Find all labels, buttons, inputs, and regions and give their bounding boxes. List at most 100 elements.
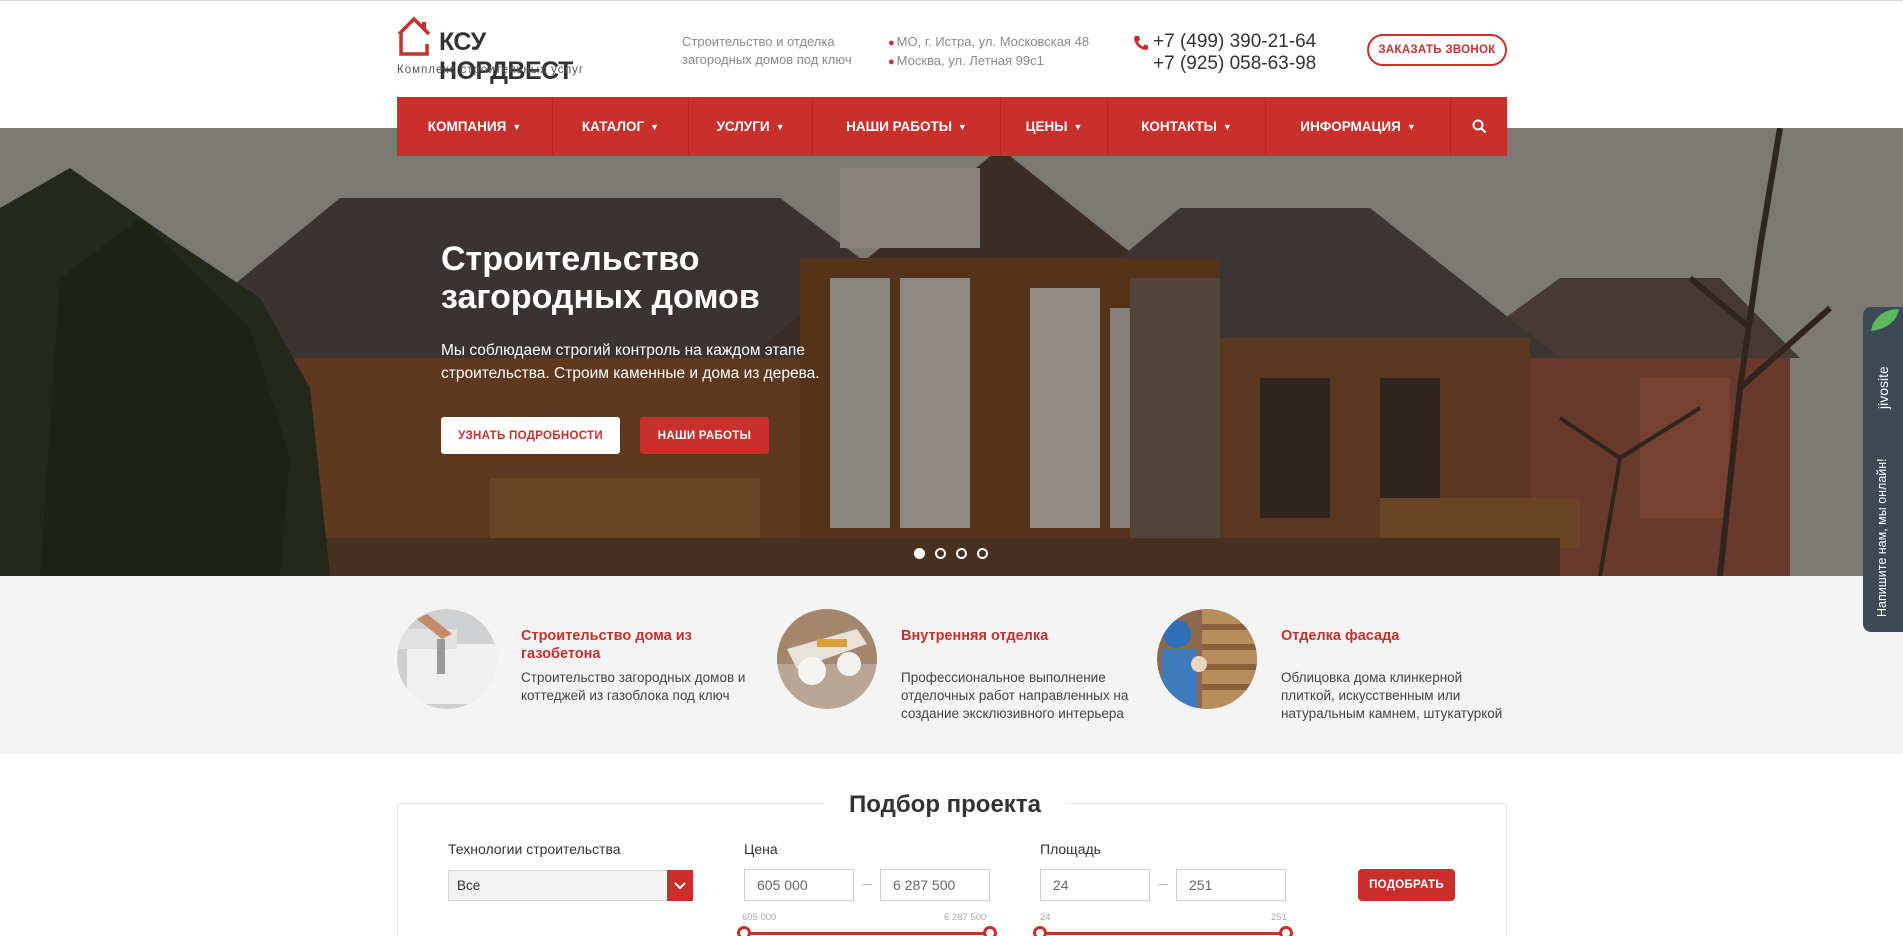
tagline-line-2: загородных домов под ключ bbox=[682, 52, 852, 67]
nav-item-contacts[interactable]: КОНТАКТЫ ▼ bbox=[1108, 97, 1266, 156]
feature-title: Строительство дома из газобетона bbox=[521, 628, 692, 662]
phone-2[interactable]: +7 (925) 058-63-98 bbox=[1153, 53, 1316, 75]
phone-1[interactable]: +7 (499) 390-21-64 bbox=[1153, 31, 1316, 53]
nav-search-button[interactable] bbox=[1451, 97, 1507, 156]
hero-title-line-2: загородных домов bbox=[441, 278, 760, 316]
tagline-line-1: Строительство и отделка bbox=[682, 34, 835, 49]
area-label: Площадь bbox=[1040, 841, 1101, 857]
chevron-down-icon: ▼ bbox=[957, 121, 967, 132]
logo-name: КСУ НОРДВЕСТ bbox=[439, 28, 573, 85]
chevron-down-icon: ▼ bbox=[1073, 121, 1083, 132]
price-from-input[interactable]: 605 000 bbox=[744, 869, 854, 901]
price-label: Цена bbox=[744, 841, 778, 857]
our-works-button[interactable]: НАШИ РАБОТЫ bbox=[640, 417, 769, 454]
chevron-down-icon: ▼ bbox=[775, 121, 785, 132]
chevron-down-icon bbox=[674, 881, 686, 889]
hero-text-line-2: строительства. Строим каменные и дома из… bbox=[441, 365, 820, 382]
chat-label: Напишите нам, мы онлайн! bbox=[1875, 458, 1889, 617]
nav-label: НАШИ РАБОТЫ bbox=[846, 119, 952, 134]
address-1-text: МО, г. Истра, ул. Московская 48 bbox=[896, 34, 1090, 49]
slider-dots bbox=[914, 548, 988, 559]
hero-title: Строительство загородных домов bbox=[441, 240, 760, 316]
nav-label: КАТАЛОГ bbox=[581, 119, 645, 134]
map-pin-icon: ● bbox=[888, 37, 895, 49]
nav-item-our-works[interactable]: НАШИ РАБОТЫ ▼ bbox=[813, 97, 1001, 156]
selector-title: Подбор проекта bbox=[824, 788, 1066, 822]
leaf-icon bbox=[1871, 309, 1899, 331]
price-slider-min-handle[interactable] bbox=[737, 926, 751, 936]
features-section: Строительство дома из газобетона Строите… bbox=[0, 576, 1903, 754]
house-logo-icon bbox=[397, 16, 431, 56]
tech-select-value: Все bbox=[457, 878, 481, 893]
feature-description: Профессиональное выполнение отделочных р… bbox=[901, 670, 1129, 721]
chat-widget[interactable]: jivosite Напишите нам, мы онлайн! bbox=[1863, 307, 1903, 632]
area-slider-track[interactable] bbox=[1041, 932, 1286, 935]
price-range-max: 6 287 500 bbox=[944, 912, 987, 923]
slider-dot[interactable] bbox=[977, 548, 988, 559]
slider-dot[interactable] bbox=[956, 548, 967, 559]
price-range-min: 605 000 bbox=[742, 912, 777, 923]
slider-dot[interactable] bbox=[914, 548, 925, 559]
feature-card[interactable]: Строительство дома из газобетона Строите… bbox=[397, 609, 757, 709]
slider-dot[interactable] bbox=[935, 548, 946, 559]
learn-more-button[interactable]: УЗНАТЬ ПОДРОБНОСТИ bbox=[441, 417, 620, 454]
price-slider-max-handle[interactable] bbox=[983, 926, 997, 936]
facade-finishing-image bbox=[1157, 609, 1257, 709]
area-range-max: 251 bbox=[1271, 912, 1287, 923]
select-arrow[interactable] bbox=[667, 870, 693, 901]
main-navigation: КОМПАНИЯ ▼ КАТАЛОГ ▼ УСЛУГИ ▼ НАШИ РАБОТЫ ▼ … bbox=[397, 97, 1507, 156]
area-range-min: 24 bbox=[1040, 912, 1051, 923]
interior-finishing-image bbox=[777, 609, 877, 709]
nav-label: КОНТАКТЫ bbox=[1141, 119, 1217, 134]
feature-card[interactable]: Внутренняя отделка Профессиональное выпо… bbox=[777, 609, 1137, 721]
address-2-text: Москва, ул. Летная 99с1 bbox=[896, 53, 1044, 68]
top-divider bbox=[0, 0, 1903, 1]
nav-item-prices[interactable]: ЦЕНЫ ▼ bbox=[1001, 97, 1108, 156]
chevron-down-icon: ▼ bbox=[512, 121, 522, 132]
hero-overlay bbox=[0, 128, 1903, 576]
chevron-down-icon: ▼ bbox=[1222, 121, 1232, 132]
range-dash bbox=[1158, 884, 1168, 885]
nav-label: УСЛУГИ bbox=[716, 119, 770, 134]
area-from-input[interactable]: 24 bbox=[1040, 869, 1150, 901]
area-slider-max-handle[interactable] bbox=[1279, 926, 1293, 936]
hero-text-line-1: Мы соблюдаем строгий контроль на каждом … bbox=[441, 342, 805, 359]
nav-label: ЦЕНЫ bbox=[1025, 119, 1068, 134]
chevron-down-icon: ▼ bbox=[1406, 121, 1416, 132]
price-to-input[interactable]: 6 287 500 bbox=[880, 869, 990, 901]
pick-project-button[interactable]: ПОДОБРАТЬ bbox=[1358, 869, 1455, 901]
hero-title-line-1: Строительство bbox=[441, 240, 700, 278]
logo[interactable]: КСУ НОРДВЕСТ Комплекс строительных услуг bbox=[397, 16, 607, 85]
nav-item-information[interactable]: ИНФОРМАЦИЯ ▼ bbox=[1266, 97, 1451, 156]
nav-item-catalog[interactable]: КАТАЛОГ ▼ bbox=[553, 97, 689, 156]
hero-slider: Строительство загородных домов Мы соблюд… bbox=[0, 128, 1903, 576]
nav-label: КОМПАНИЯ bbox=[427, 119, 507, 134]
tech-select[interactable]: Все bbox=[448, 870, 693, 901]
tech-label: Технологии строительства bbox=[448, 841, 621, 857]
address-2: ● Москва, ул. Летная 99с1 bbox=[888, 52, 1089, 71]
price-slider-track[interactable] bbox=[745, 932, 990, 935]
logo-subtitle: Комплекс строительных услуг bbox=[397, 64, 585, 76]
map-pin-icon: ● bbox=[888, 56, 895, 68]
callback-button[interactable]: ЗАКАЗАТЬ ЗВОНОК bbox=[1367, 34, 1507, 66]
header-tagline: Строительство и отделка загородных домов… bbox=[682, 33, 872, 69]
chat-brand: jivosite bbox=[1875, 366, 1891, 409]
feature-description: Облицовка дома клинкерной плиткой, искус… bbox=[1281, 670, 1503, 721]
phone-icon bbox=[1134, 36, 1148, 50]
area-to-input[interactable]: 251 bbox=[1176, 869, 1286, 901]
header-addresses: ● МО, г. Истра, ул. Московская 48 ● Москва… bbox=[888, 33, 1089, 71]
header-phones: +7 (499) 390-21-64 +7 (925) 058-63-98 bbox=[1134, 31, 1316, 75]
range-dash bbox=[862, 884, 872, 885]
area-slider-min-handle[interactable] bbox=[1033, 926, 1047, 936]
feature-title: Отделка фасада bbox=[1281, 628, 1400, 644]
nav-item-company[interactable]: КОМПАНИЯ ▼ bbox=[397, 97, 553, 156]
feature-card[interactable]: Отделка фасада Облицовка дома клинкерной… bbox=[1157, 609, 1517, 721]
feature-title: Внутренняя отделка bbox=[901, 628, 1049, 644]
address-1: ● МО, г. Истра, ул. Московская 48 bbox=[888, 33, 1089, 52]
chevron-down-icon: ▼ bbox=[650, 121, 660, 132]
search-icon bbox=[1472, 119, 1486, 134]
feature-description: Строительство загородных домов и коттедж… bbox=[521, 670, 746, 703]
hero-text: Мы соблюдаем строгий контроль на каждом … bbox=[441, 339, 861, 385]
aerated-concrete-image bbox=[397, 609, 497, 709]
nav-item-services[interactable]: УСЛУГИ ▼ bbox=[689, 97, 813, 156]
